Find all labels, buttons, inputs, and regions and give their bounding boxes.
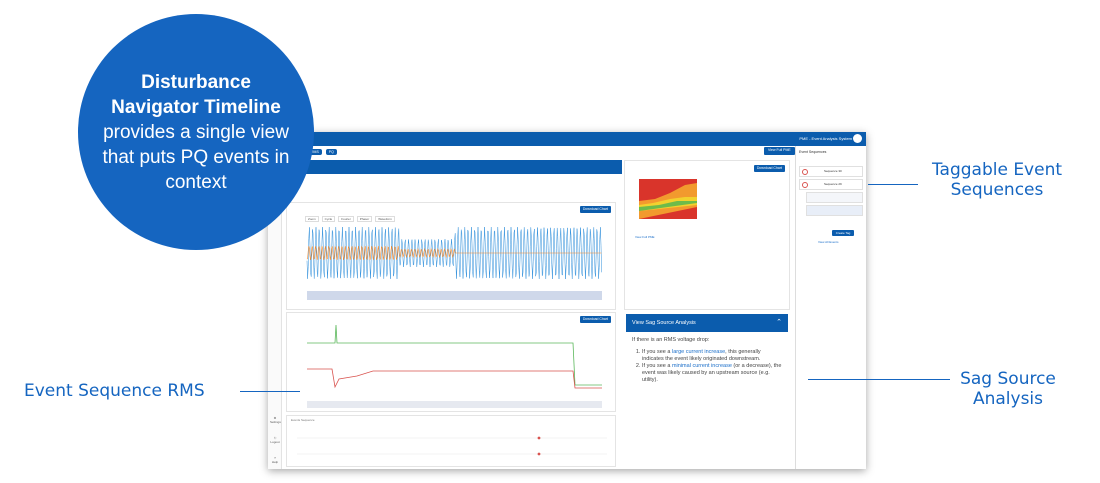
sequence-label: Sequence 30 bbox=[824, 169, 842, 173]
sag-item-2: If you see a minimal current increase (o… bbox=[642, 363, 782, 384]
events-sequence-chart bbox=[297, 436, 607, 456]
app-window: PME - Event Analysis System RMS PQ ⚙ Set… bbox=[268, 132, 866, 469]
rms-voltage-series bbox=[307, 324, 602, 386]
chevron-up-icon[interactable]: ⌃ bbox=[776, 318, 782, 326]
waveform-lines bbox=[306, 226, 602, 280]
sag-panel-header[interactable]: View Sag Source Analysis ⌃ bbox=[626, 314, 788, 332]
rms-current-series bbox=[307, 368, 602, 389]
sag-intro: If there is an RMS voltage drop: bbox=[632, 337, 710, 343]
sequence-item-30[interactable]: Sequence 30 bbox=[799, 166, 863, 177]
event-header bbox=[282, 160, 622, 174]
app-system-name: PME - Event Analysis System bbox=[799, 136, 852, 141]
rms-lines bbox=[307, 324, 602, 389]
event-icon bbox=[802, 182, 808, 188]
bubble-title: Disturbance Navigator Timeline bbox=[111, 71, 281, 118]
tolerance-card: Download Chart View Full PME bbox=[624, 160, 790, 310]
sag-panel-title: View Sag Source Analysis bbox=[632, 320, 696, 326]
left-nav-settings[interactable]: ⚙ Settings bbox=[270, 416, 281, 424]
timeline-event-dot bbox=[537, 452, 541, 456]
stage: Disturbance Navigator Timeline provides … bbox=[0, 0, 1100, 483]
large-current-link[interactable]: large current increase bbox=[672, 349, 725, 355]
left-nav-help-label: Help bbox=[271, 460, 279, 464]
sequence-label: Sequence 29 bbox=[824, 182, 842, 186]
leader-taggable bbox=[868, 184, 918, 185]
timeline-event-dot bbox=[537, 436, 541, 440]
waveform-scrollbar[interactable] bbox=[307, 291, 602, 300]
app-topbar: PME - Event Analysis System bbox=[268, 132, 866, 146]
left-nav-logout[interactable]: ⎋ Logout bbox=[270, 436, 280, 444]
rms-chart bbox=[307, 324, 602, 408]
sag-panel-body: If there is an RMS voltage drop: If you … bbox=[626, 332, 788, 389]
sequence-child-item[interactable] bbox=[806, 192, 863, 203]
sequence-child-item[interactable] bbox=[806, 205, 863, 216]
leader-rms bbox=[240, 391, 300, 392]
sag-item-1-pre: If you see a bbox=[642, 349, 672, 355]
waveform-card: Download Chart Zoom Cycle Fourier Phasor… bbox=[286, 202, 616, 310]
rms-card: Download Chart bbox=[286, 312, 616, 412]
sequence-item-29[interactable]: Sequence 29 bbox=[799, 179, 863, 190]
tab-pq[interactable]: PQ bbox=[325, 149, 337, 155]
left-nav-settings-label: Settings bbox=[270, 420, 281, 424]
rms-scrollbar[interactable] bbox=[307, 401, 602, 408]
view-all-events-link[interactable]: View All Events bbox=[818, 240, 838, 244]
sag-item-1: If you see a large current increase, thi… bbox=[642, 349, 782, 363]
sag-source-panel: View Sag Source Analysis ⌃ If there is a… bbox=[626, 314, 788, 404]
event-sequences-sidebar: Event Sequences Sequence 30 Sequence 29 … bbox=[795, 146, 866, 469]
left-nav-help[interactable]: ? Help bbox=[270, 456, 280, 464]
waveform-chart bbox=[306, 226, 602, 300]
sag-item-2-pre: If you see a bbox=[642, 363, 672, 369]
events-sequence-card: Events Sequence bbox=[286, 415, 616, 467]
left-nav-logout-label: Logout bbox=[270, 440, 280, 444]
view-full-pme-link[interactable]: View Full PME bbox=[635, 235, 654, 239]
sidebar-title: Event Sequences bbox=[799, 150, 827, 154]
minimal-current-link[interactable]: minimal current increase bbox=[672, 363, 732, 369]
callout-rms: Event Sequence RMS bbox=[24, 381, 205, 401]
sag-list: If you see a large current increase, thi… bbox=[632, 349, 782, 384]
event-icon bbox=[802, 169, 808, 175]
intro-bubble: Disturbance Navigator Timeline provides … bbox=[78, 14, 314, 250]
callout-sag: Sag Source Analysis bbox=[960, 369, 1056, 409]
avatar[interactable] bbox=[853, 134, 862, 143]
bubble-body: provides a single view that puts PQ even… bbox=[102, 121, 290, 193]
view-full-pme-button[interactable]: View Full PME bbox=[764, 147, 795, 155]
leader-sag bbox=[808, 379, 950, 380]
callout-taggable: Taggable Event Sequences bbox=[931, 160, 1063, 200]
create-tag-button[interactable]: Create Tag bbox=[832, 230, 854, 236]
